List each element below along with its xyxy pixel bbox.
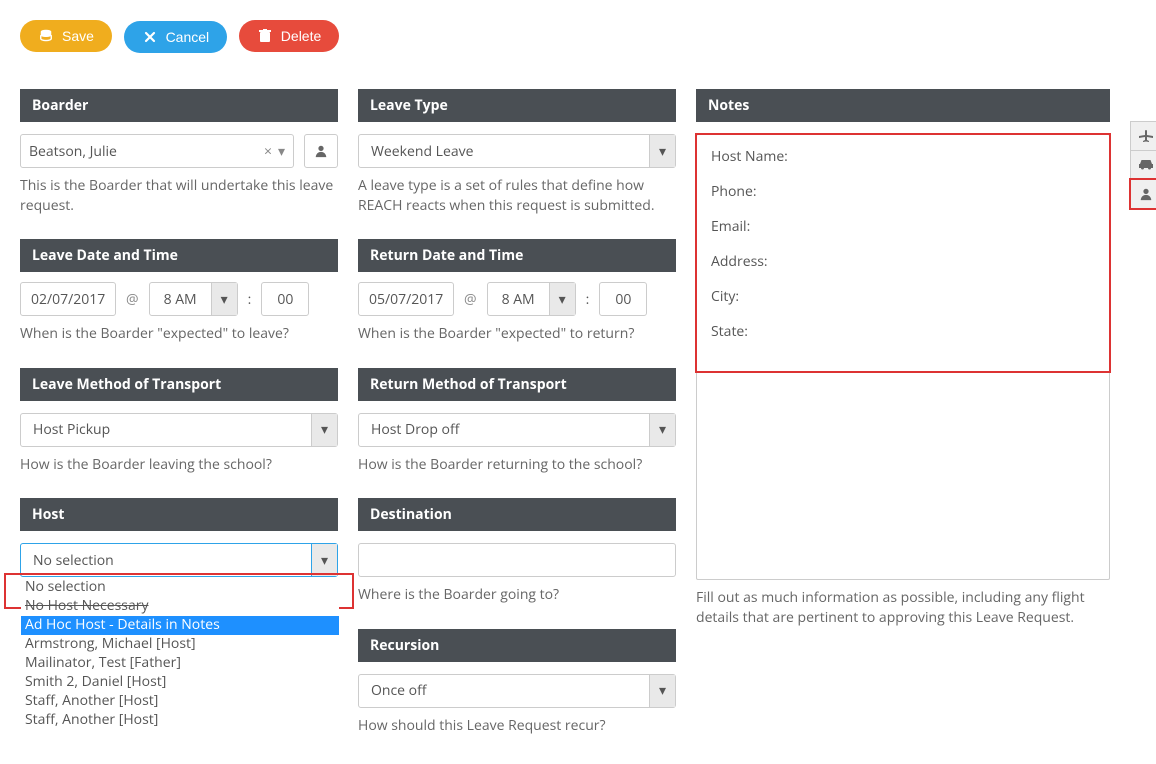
return-minute-input[interactable]: 00 [599,282,647,316]
leave-type-select[interactable]: Weekend Leave ▾ [358,134,676,168]
colon-label: : [248,290,252,309]
leave-type-header: Leave Type [358,89,676,122]
person-button[interactable] [1130,179,1156,209]
leave-minute-input[interactable]: 00 [261,282,309,316]
recursion-select[interactable]: Once off ▾ [358,674,676,708]
return-method-help: How is the Boarder returning to the scho… [358,455,676,475]
host-option[interactable]: No Host Necessary [21,597,339,616]
boarder-header: Boarder [20,89,338,122]
leave-date-input[interactable]: 02/07/2017 [20,282,116,316]
clear-icon[interactable]: × [264,142,272,161]
return-method-section: Return Method of Transport Host Drop off… [358,368,676,475]
boarder-value: Beatson, Julie [29,142,264,161]
host-option[interactable]: Mailinator, Test [Father] [21,654,339,673]
host-section: Host No selection ▾ No selectionNo Host … [20,498,338,577]
boarder-section: Boarder Beatson, Julie × ▾ This is the B… [20,89,338,215]
destination-section: Destination Where is the Boarder going t… [358,498,676,605]
chevron-down-icon: ▾ [649,414,675,446]
chevron-down-icon[interactable]: ▾ [278,142,285,161]
host-option[interactable]: No selection [21,578,339,597]
host-option[interactable]: Smith 2, Daniel [Host] [21,673,339,692]
return-hour-select[interactable]: 8 AM ▾ [487,282,576,316]
save-button[interactable]: Save [20,20,112,52]
at-symbol: @ [464,290,477,309]
delete-button[interactable]: Delete [239,20,339,52]
boarder-person-button[interactable] [304,134,338,168]
host-select[interactable]: No selection ▾ No selectionNo Host Neces… [20,543,338,577]
chevron-down-icon: ▾ [311,414,337,446]
recursion-header: Recursion [358,629,676,662]
boarder-help: This is the Boarder that will undertake … [20,176,338,215]
chevron-down-icon: ▾ [549,283,575,315]
notes-state: State: [711,322,1095,341]
person-icon [1139,187,1153,201]
notes-header: Notes [696,89,1110,122]
leave-hour-select[interactable]: 8 AM ▾ [149,282,238,316]
side-icon-bar [1130,121,1156,744]
recursion-section: Recursion Once off ▾ How should this Lea… [358,629,676,736]
notes-address: Address: [711,252,1095,271]
trash-icon [257,28,273,44]
return-method-header: Return Method of Transport [358,368,676,401]
notes-phone: Phone: [711,182,1095,201]
return-date-section: Return Date and Time 05/07/2017 @ 8 AM ▾… [358,239,676,344]
chevron-down-icon: ▾ [211,283,237,315]
chevron-down-icon: ▾ [311,544,337,576]
cancel-label: Cancel [166,29,210,45]
host-option[interactable]: Ad Hoc Host - Details in Notes [21,616,339,635]
cancel-button[interactable]: Cancel [124,21,228,53]
notes-city: City: [711,287,1095,306]
notes-host-name: Host Name: [711,147,1095,166]
leave-date-help: When is the Boarder "expected" to leave? [20,324,338,344]
leave-date-section: Leave Date and Time 02/07/2017 @ 8 AM ▾ … [20,239,338,344]
database-icon [38,28,54,44]
left-column: Boarder Beatson, Julie × ▾ This is the B… [20,89,338,744]
host-header: Host [20,498,338,531]
host-option[interactable]: Armstrong, Michael [Host] [21,635,339,654]
leave-method-help: How is the Boarder leaving the school? [20,455,338,475]
plane-button[interactable] [1130,121,1156,151]
host-option[interactable]: Staff, Another [Host] [21,711,339,730]
host-dropdown[interactable]: No selectionNo Host NecessaryAd Hoc Host… [21,578,339,729]
destination-help: Where is the Boarder going to? [358,585,676,605]
host-option[interactable]: Staff, Another [Host] [21,692,339,711]
notes-textarea[interactable]: Host Name: Phone: Email: Address: City: … [696,134,1110,580]
return-date-help: When is the Boarder "expected" to return… [358,324,676,344]
boarder-combobox[interactable]: Beatson, Julie × ▾ [20,134,294,168]
return-date-input[interactable]: 05/07/2017 [358,282,454,316]
save-label: Save [62,28,94,44]
destination-input[interactable] [358,543,676,577]
notes-email: Email: [711,217,1095,236]
car-icon [1138,158,1154,172]
close-icon [142,29,158,45]
middle-column: Leave Type Weekend Leave ▾ A leave type … [358,89,676,744]
colon-label: : [586,290,590,309]
leave-method-header: Leave Method of Transport [20,368,338,401]
recursion-help: How should this Leave Request recur? [358,716,676,736]
leave-type-help: A leave type is a set of rules that defi… [358,176,676,215]
plane-icon [1138,128,1154,144]
leave-method-section: Leave Method of Transport Host Pickup ▾ … [20,368,338,475]
notes-help: Fill out as much information as possible… [696,588,1110,627]
toolbar: Save Cancel Delete [20,20,1136,53]
return-method-select[interactable]: Host Drop off ▾ [358,413,676,447]
at-symbol: @ [126,290,139,309]
leave-type-section: Leave Type Weekend Leave ▾ A leave type … [358,89,676,215]
leave-method-select[interactable]: Host Pickup ▾ [20,413,338,447]
destination-header: Destination [358,498,676,531]
delete-label: Delete [281,28,321,44]
return-date-header: Return Date and Time [358,239,676,272]
car-button[interactable] [1130,150,1156,180]
chevron-down-icon: ▾ [649,135,675,167]
leave-date-header: Leave Date and Time [20,239,338,272]
chevron-down-icon: ▾ [649,675,675,707]
notes-column: Notes Host Name: Phone: Email: Address: … [696,89,1110,744]
